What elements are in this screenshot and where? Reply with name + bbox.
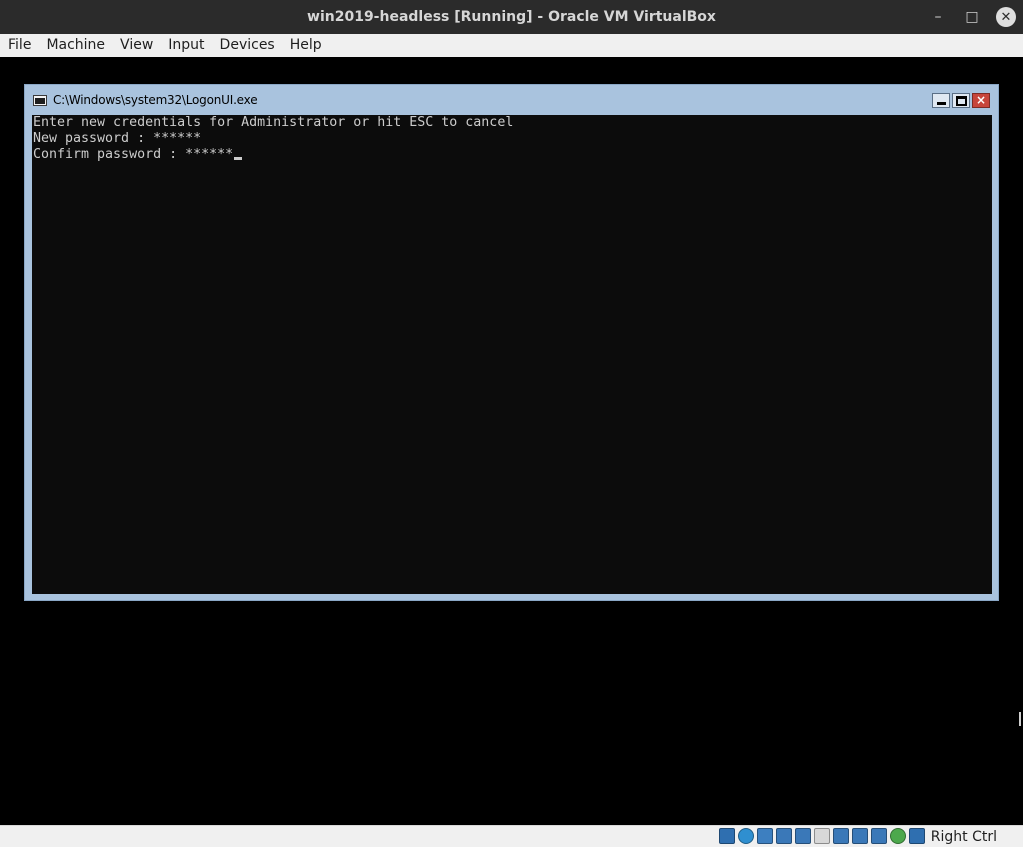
optical-drive-icon[interactable]: [738, 828, 754, 844]
close-icon: ✕: [996, 7, 1016, 27]
audio-icon[interactable]: [757, 828, 773, 844]
console-close-button[interactable]: ×: [972, 93, 990, 108]
console-window-controls: ×: [932, 93, 990, 108]
menu-help[interactable]: Help: [282, 34, 329, 57]
virtualization-icon[interactable]: [871, 828, 887, 844]
menu-machine[interactable]: Machine: [38, 34, 112, 57]
vm-display[interactable]: C:\Windows\system32\LogonUI.exe × Enter …: [0, 57, 1023, 825]
confirm-password-line[interactable]: Confirm password : ******: [33, 147, 992, 163]
confirm-password-text: Confirm password : ******: [33, 147, 234, 162]
console-maximize-button[interactable]: [952, 93, 970, 108]
usb-icon[interactable]: [795, 828, 811, 844]
menubar: File Machine View Input Devices Help: [0, 34, 1023, 58]
host-maximize-button[interactable]: □: [955, 0, 989, 34]
menu-devices[interactable]: Devices: [212, 34, 282, 57]
shared-folders-icon[interactable]: [814, 828, 830, 844]
menu-input[interactable]: Input: [160, 34, 211, 57]
network-icon[interactable]: [776, 828, 792, 844]
host-window-title: win2019-headless [Running] - Oracle VM V…: [307, 9, 716, 25]
scroll-edge-marker: [1019, 712, 1021, 726]
host-close-button[interactable]: ✕: [989, 0, 1023, 34]
menu-view[interactable]: View: [112, 34, 160, 57]
host-titlebar: win2019-headless [Running] - Oracle VM V…: [0, 0, 1023, 34]
console-minimize-button[interactable]: [932, 93, 950, 108]
video-capture-icon[interactable]: [852, 828, 868, 844]
mouse-integration-icon[interactable]: [890, 828, 906, 844]
menu-file[interactable]: File: [0, 34, 38, 57]
host-minimize-button[interactable]: –: [921, 0, 955, 34]
console-output[interactable]: Enter new credentials for Administrator …: [32, 115, 992, 594]
console-window-title: C:\Windows\system32\LogonUI.exe: [53, 93, 258, 107]
new-password-line: New password : ******: [33, 131, 202, 146]
keyboard-capture-icon[interactable]: [909, 828, 925, 844]
logonui-console-window[interactable]: C:\Windows\system32\LogonUI.exe × Enter …: [24, 84, 999, 601]
host-key-label: Right Ctrl: [930, 829, 997, 845]
statusbar: Right Ctrl: [0, 825, 1023, 847]
console-app-icon[interactable]: [33, 94, 47, 106]
display-icon[interactable]: [833, 828, 849, 844]
text-cursor: [234, 157, 243, 160]
status-indicators: [719, 828, 925, 844]
host-window-controls: – □ ✕: [921, 0, 1023, 34]
hard-disk-icon[interactable]: [719, 828, 735, 844]
credentials-prompt-line: Enter new credentials for Administrator …: [33, 115, 514, 130]
console-titlebar[interactable]: C:\Windows\system32\LogonUI.exe ×: [25, 85, 998, 115]
